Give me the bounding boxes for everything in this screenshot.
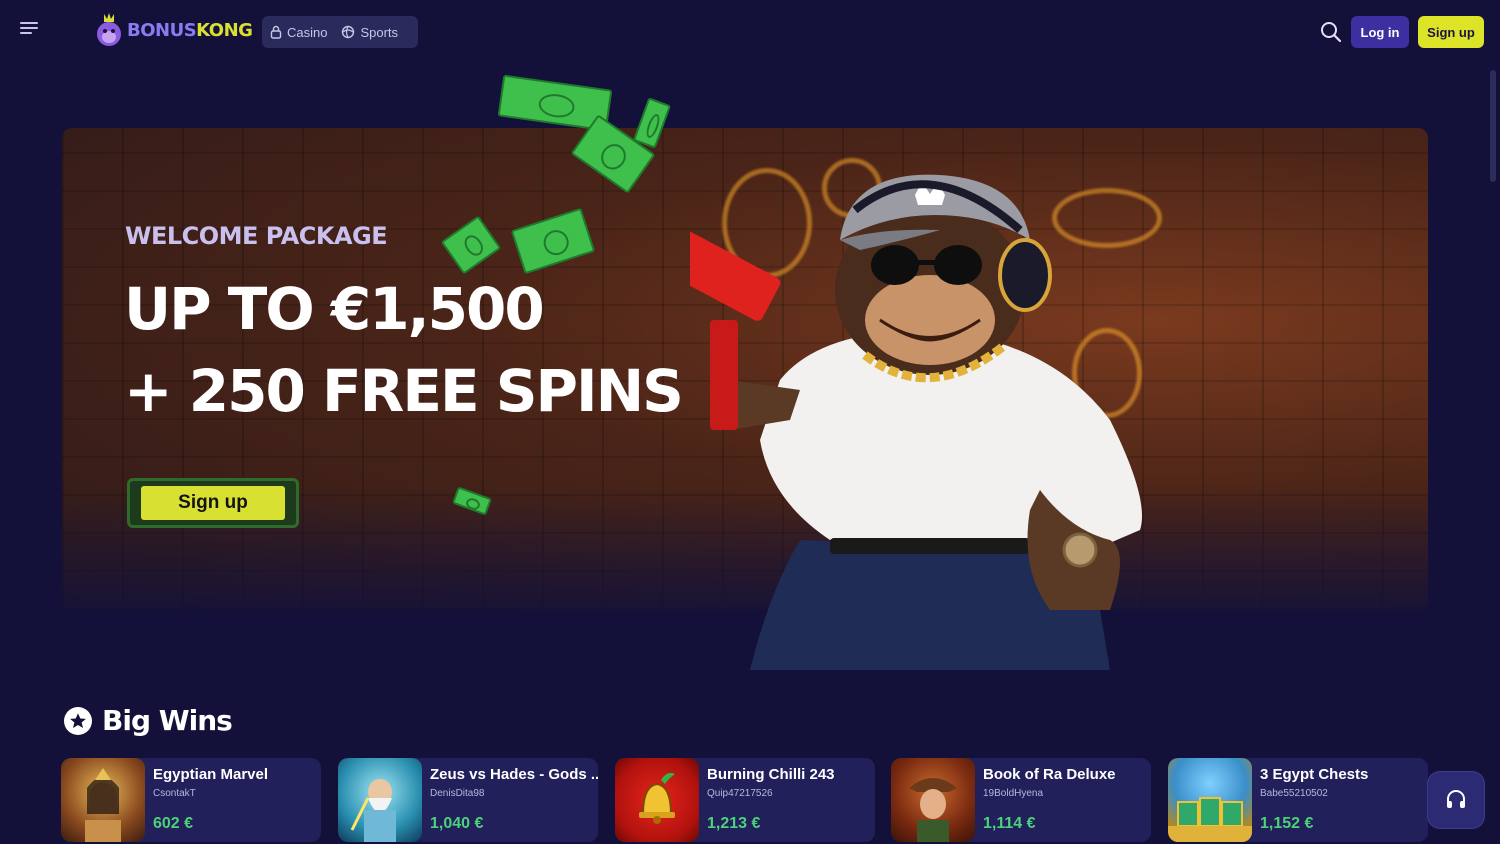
game-thumbnail bbox=[338, 758, 422, 842]
game-thumbnail bbox=[1168, 758, 1252, 842]
star-icon bbox=[64, 706, 92, 735]
game-thumbnail bbox=[615, 758, 699, 842]
search-icon[interactable] bbox=[1320, 21, 1342, 43]
hero-headline-line1: UP TO €1,500 bbox=[124, 275, 545, 343]
logo-text-kong: KONG bbox=[196, 19, 253, 41]
game-thumbnail bbox=[891, 758, 975, 842]
win-username: DenisDita98 bbox=[430, 788, 485, 799]
lock-icon bbox=[270, 25, 282, 39]
nav-sports-label: Sports bbox=[360, 24, 399, 40]
signup-button[interactable]: Sign up bbox=[1418, 16, 1484, 48]
game-thumbnail bbox=[61, 758, 145, 842]
hamburger-menu-icon[interactable] bbox=[20, 22, 44, 42]
win-game-title: Book of Ra Deluxe bbox=[983, 766, 1116, 783]
nav-sports[interactable]: Sports bbox=[341, 25, 398, 40]
win-game-title: 3 Egypt Chests bbox=[1260, 766, 1369, 783]
win-amount: 1,040 € bbox=[430, 815, 484, 832]
nav-casino-label: Casino bbox=[287, 24, 328, 40]
win-game-title: Egyptian Marvel bbox=[153, 766, 269, 783]
nav-casino[interactable]: Casino bbox=[270, 25, 327, 40]
hero-headline-line2: + 250 FREE SPINS bbox=[124, 357, 684, 425]
big-wins-title: Big Wins bbox=[102, 704, 233, 737]
win-username: Babe55210502 bbox=[1260, 788, 1328, 799]
win-amount: 1,213 € bbox=[707, 815, 761, 832]
site-logo[interactable]: BONUSKONG bbox=[95, 12, 253, 48]
ball-icon bbox=[342, 25, 355, 39]
win-amount: 1,114 € bbox=[983, 815, 1036, 832]
win-game-title: Burning Chilli 243 bbox=[707, 766, 835, 783]
win-card[interactable]: Egyptian Marvel CsontakT 602 € bbox=[61, 758, 321, 842]
hero-signup-label: Sign up bbox=[141, 486, 285, 520]
win-username: Quip47217526 bbox=[707, 788, 773, 799]
hero-signup-button[interactable]: Sign up bbox=[127, 478, 299, 528]
win-amount: 602 € bbox=[153, 815, 194, 832]
headset-icon bbox=[1447, 790, 1465, 808]
big-wins-heading: Big Wins bbox=[64, 704, 233, 737]
product-switch: Casino Sports bbox=[262, 16, 418, 48]
win-card[interactable]: Burning Chilli 243 Quip47217526 1,213 € bbox=[615, 758, 875, 842]
win-amount: 1,152 € bbox=[1260, 815, 1314, 832]
hero-kicker: WELCOME PACKAGE bbox=[125, 222, 388, 250]
win-game-title: Zeus vs Hades - Gods ... bbox=[430, 766, 598, 783]
login-button[interactable]: Log in bbox=[1351, 16, 1409, 48]
logo-text-bonus: BONUS bbox=[127, 19, 197, 41]
win-card[interactable]: Book of Ra Deluxe 19BoldHyena 1,114 € bbox=[891, 758, 1151, 842]
win-username: 19BoldHyena bbox=[983, 788, 1044, 799]
kong-mascot-illustration bbox=[690, 174, 1142, 670]
win-username: CsontakT bbox=[153, 788, 196, 799]
page-scrollbar[interactable] bbox=[1490, 70, 1496, 182]
win-card[interactable]: Zeus vs Hades - Gods ... DenisDita98 1,0… bbox=[338, 758, 598, 842]
logo-text: BONUSKONG bbox=[127, 19, 253, 41]
kong-logo-icon bbox=[97, 13, 121, 46]
support-chat-button[interactable] bbox=[1428, 772, 1484, 828]
top-header: BONUSKONG Casino Sports Log in Sign up bbox=[0, 0, 1500, 64]
win-card[interactable]: 3 Egypt Chests Babe55210502 1,152 € bbox=[1168, 758, 1428, 842]
